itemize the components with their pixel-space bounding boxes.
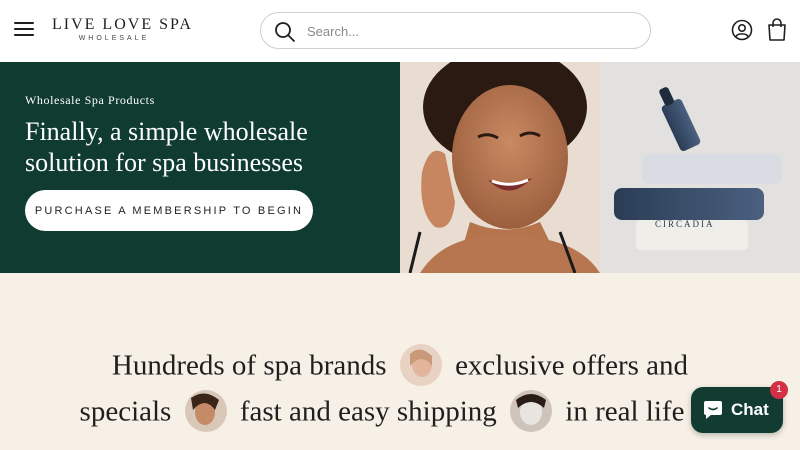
site-logo[interactable]: LIVE LOVE SPA WHOLESALE bbox=[52, 16, 193, 42]
logo-main-text: LIVE LOVE SPA bbox=[52, 16, 193, 33]
chat-notification-badge: 1 bbox=[770, 381, 788, 399]
brands-text-2: exclusive offers and bbox=[455, 349, 689, 382]
brands-line-2: specials fast and easy shipping in real … bbox=[0, 390, 782, 435]
logo-sub-text: WHOLESALE bbox=[78, 35, 150, 42]
hero-photo-illustration: CIRCADIA bbox=[400, 62, 800, 273]
avatar-woman-3 bbox=[510, 390, 553, 432]
avatar-woman-2 bbox=[184, 390, 227, 432]
brands-text-1: Hundreds of spa brands bbox=[111, 349, 387, 382]
hero-banner: Wholesale Spa Products Finally, a simple… bbox=[0, 62, 400, 273]
chat-bubble-icon bbox=[704, 401, 722, 419]
brands-section: Hundreds of spa brands exclusive offers … bbox=[0, 273, 800, 450]
menu-icon[interactable] bbox=[14, 22, 34, 38]
chat-button[interactable]: Chat bbox=[691, 387, 783, 433]
brands-text-4: fast and easy shipping bbox=[239, 395, 497, 428]
brands-text-3: specials bbox=[79, 395, 172, 428]
site-header: LIVE LOVE SPA WHOLESALE bbox=[0, 0, 800, 62]
hero-title: Finally, a simple wholesale solution for… bbox=[25, 117, 308, 177]
product-label: CIRCADIA bbox=[655, 219, 715, 229]
hero-eyebrow: Wholesale Spa Products bbox=[25, 93, 155, 107]
search-bar[interactable] bbox=[260, 12, 651, 49]
brands-text-5: in real life bbox=[565, 395, 685, 428]
chat-label: Chat bbox=[731, 400, 769, 419]
account-icon[interactable] bbox=[731, 19, 753, 41]
purchase-membership-button[interactable]: PURCHASE A MEMBERSHIP TO BEGIN bbox=[25, 190, 313, 231]
avatar-woman-1 bbox=[399, 344, 442, 386]
search-input[interactable] bbox=[307, 21, 637, 41]
hero-image: CIRCADIA bbox=[400, 62, 800, 273]
search-icon[interactable] bbox=[273, 20, 297, 44]
brands-line-1: Hundreds of spa brands exclusive offers … bbox=[0, 344, 800, 389]
cart-icon[interactable] bbox=[766, 18, 788, 42]
